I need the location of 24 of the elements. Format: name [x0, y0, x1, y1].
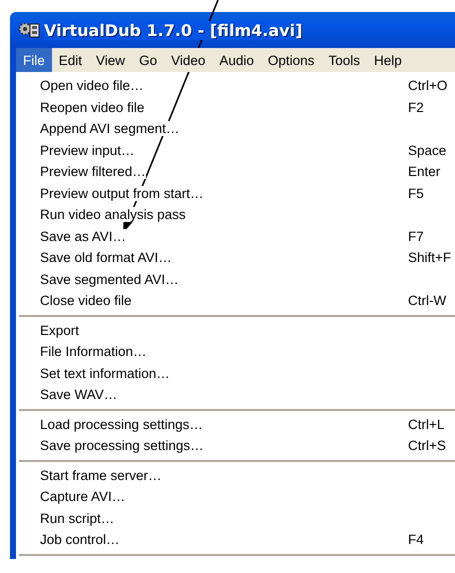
- menu-entry[interactable]: Append AVI segment…: [40, 121, 180, 136]
- menu-entry[interactable]: Save WAV…: [40, 387, 118, 402]
- menu-entry[interactable]: Job control…: [40, 532, 120, 548]
- menu-item[interactable]: File: [16, 48, 52, 72]
- menu-entry[interactable]: Load processing settings…: [40, 416, 203, 432]
- menu-entry[interactable]: Run video analysis pass: [40, 207, 186, 222]
- menu-entry[interactable]: Preview input…: [40, 142, 135, 158]
- menu-entry[interactable]: Set text information…: [40, 366, 170, 381]
- menu-entry[interactable]: Save old format AVI…: [40, 250, 172, 266]
- menu-entry[interactable]: Preview filtered…: [40, 164, 146, 180]
- menu-entry[interactable]: Preview output from start…: [40, 186, 204, 201]
- menu-entry[interactable]: Save as AVI…: [40, 228, 126, 244]
- menu-entry[interactable]: Save processing settings…: [40, 438, 204, 454]
- menu-entry[interactable]: Reopen video file: [40, 100, 144, 115]
- menu-entry[interactable]: Start frame server…: [40, 468, 162, 483]
- menu-entry[interactable]: Save segmented AVI…: [40, 272, 179, 287]
- window-title: VirtualDub 1.7.0 - [film4.avi]: [44, 20, 302, 40]
- menu-entry[interactable]: Capture AVI…: [40, 489, 126, 504]
- gear-film-icon: [18, 21, 40, 39]
- menu-entry[interactable]: Export: [40, 322, 80, 338]
- menu-entry[interactable]: Run script…: [40, 510, 114, 526]
- menu-entry[interactable]: Close video file: [40, 293, 132, 308]
- menu-entry[interactable]: Open video file…: [40, 78, 144, 94]
- menu-entry[interactable]: File Information…: [40, 344, 147, 360]
